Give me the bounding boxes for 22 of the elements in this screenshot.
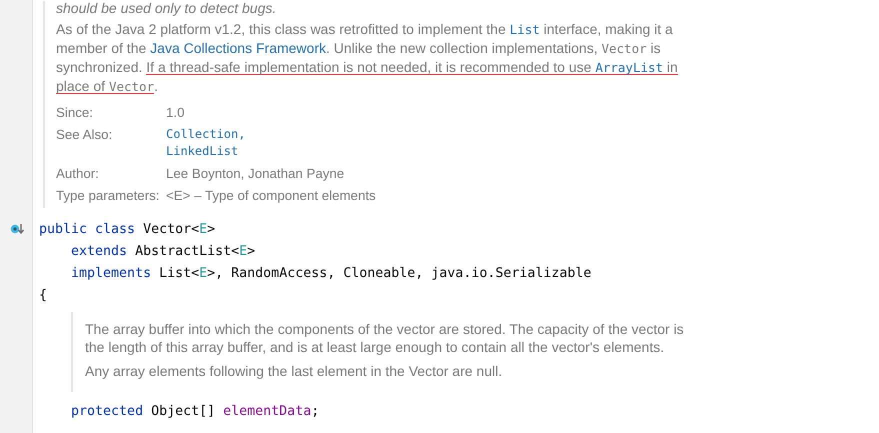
tag-label: See Also: — [56, 126, 114, 144]
doc-link[interactable]: Java Collections Framework — [150, 40, 326, 56]
tag-value: <E> – Type of component elements — [166, 187, 376, 204]
code-line: { — [39, 288, 48, 302]
doc-paragraph: The array buffer into which the components of the vector are stored. The capacity of the vector is the length of this array buffer, and is at least large enough to contain all the vector's elements. — [85, 320, 685, 356]
code-line: extends AbstractList<E> — [70, 244, 256, 258]
code-link[interactable]: LinkedList — [166, 143, 238, 160]
tag-label: Type parameters: — [56, 187, 160, 204]
code-line: implements List<E>, RandomAccess, Cloneable, java.io.Serializable — [70, 266, 592, 280]
tag-value: 1.0 — [166, 104, 184, 121]
tag-label: Since: — [56, 104, 94, 121]
tag-value: Lee Boynton, Jonathan Payne — [166, 165, 344, 182]
doc-text: should be used only to detect bugs. — [56, 1, 278, 15]
doc-paragraph: Any array elements following the last element in the Vector are null. — [85, 362, 504, 380]
doc-paragraph: As of the Java 2 platform v1.2, this class was retrofitted to implement the List interface, making it a member of the Java Collections Framework. Unlike the new collection implementations, Vector is synchronized. If a thread-safe implementation is not needed, it is recommended to use ArrayList in place of Vector. — [56, 20, 679, 96]
code-line: protected Object[] elementData; — [70, 404, 320, 418]
tag-label: Author: — [56, 165, 100, 182]
override-gutter-icon[interactable] — [10, 223, 24, 235]
code-line: public class Vector<E> — [39, 222, 216, 236]
code-link[interactable]: Collection, — [166, 126, 246, 143]
code-link[interactable]: ArrayList — [595, 60, 664, 75]
code-link[interactable]: List — [510, 22, 540, 37]
